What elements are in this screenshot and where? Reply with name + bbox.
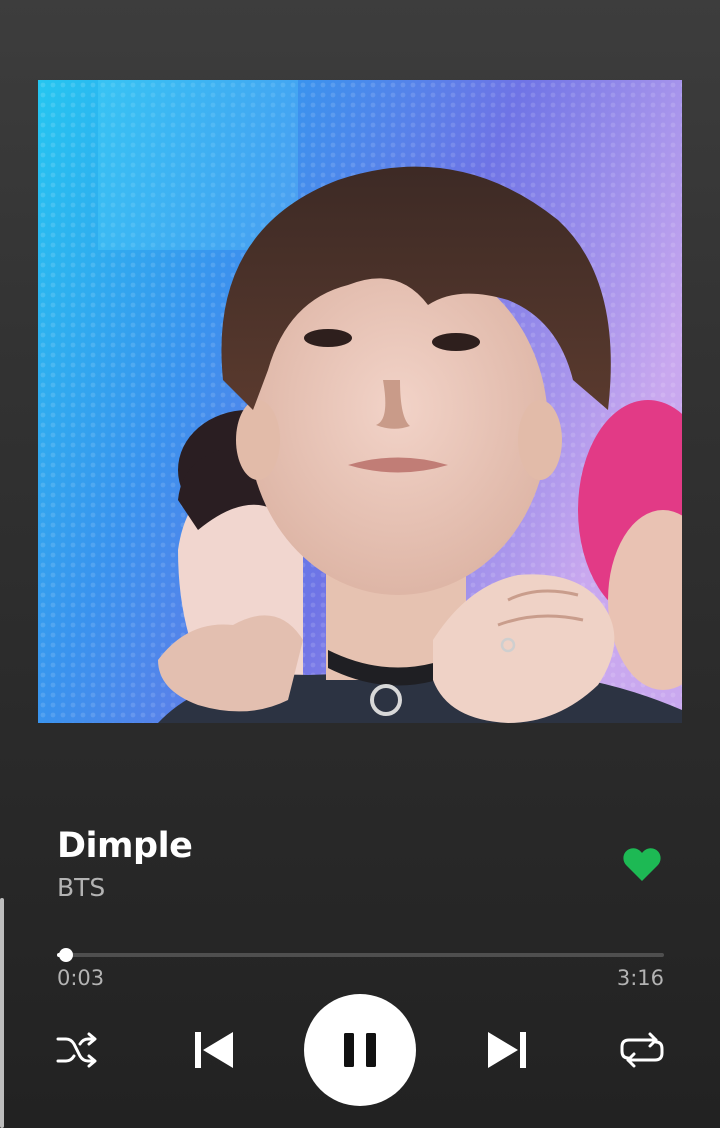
heart-icon (623, 848, 661, 881)
album-cover (38, 80, 682, 723)
track-artist[interactable]: BTS (57, 873, 105, 902)
shuffle-button[interactable] (54, 1030, 100, 1070)
next-button[interactable] (483, 1026, 531, 1074)
like-button[interactable] (622, 845, 662, 883)
repeat-button[interactable] (618, 1030, 666, 1070)
progress-track (57, 953, 664, 957)
repeat-icon (620, 1032, 664, 1068)
previous-button[interactable] (190, 1026, 238, 1074)
shuffle-icon (56, 1032, 97, 1068)
pause-button[interactable] (304, 994, 416, 1106)
now-playing-screen: Dimple BTS 0:03 3:16 (0, 0, 720, 1128)
total-time: 3:16 (616, 966, 664, 990)
skip-next-icon (488, 1032, 526, 1068)
album-cover-image (38, 80, 682, 723)
pause-icon (344, 1033, 376, 1067)
skip-previous-icon (195, 1032, 233, 1068)
scroll-indicator (0, 898, 4, 1128)
track-title: Dimple (57, 826, 193, 866)
elapsed-time: 0:03 (57, 966, 105, 990)
progress-bar[interactable] (57, 947, 664, 963)
progress-thumb[interactable] (59, 948, 74, 962)
